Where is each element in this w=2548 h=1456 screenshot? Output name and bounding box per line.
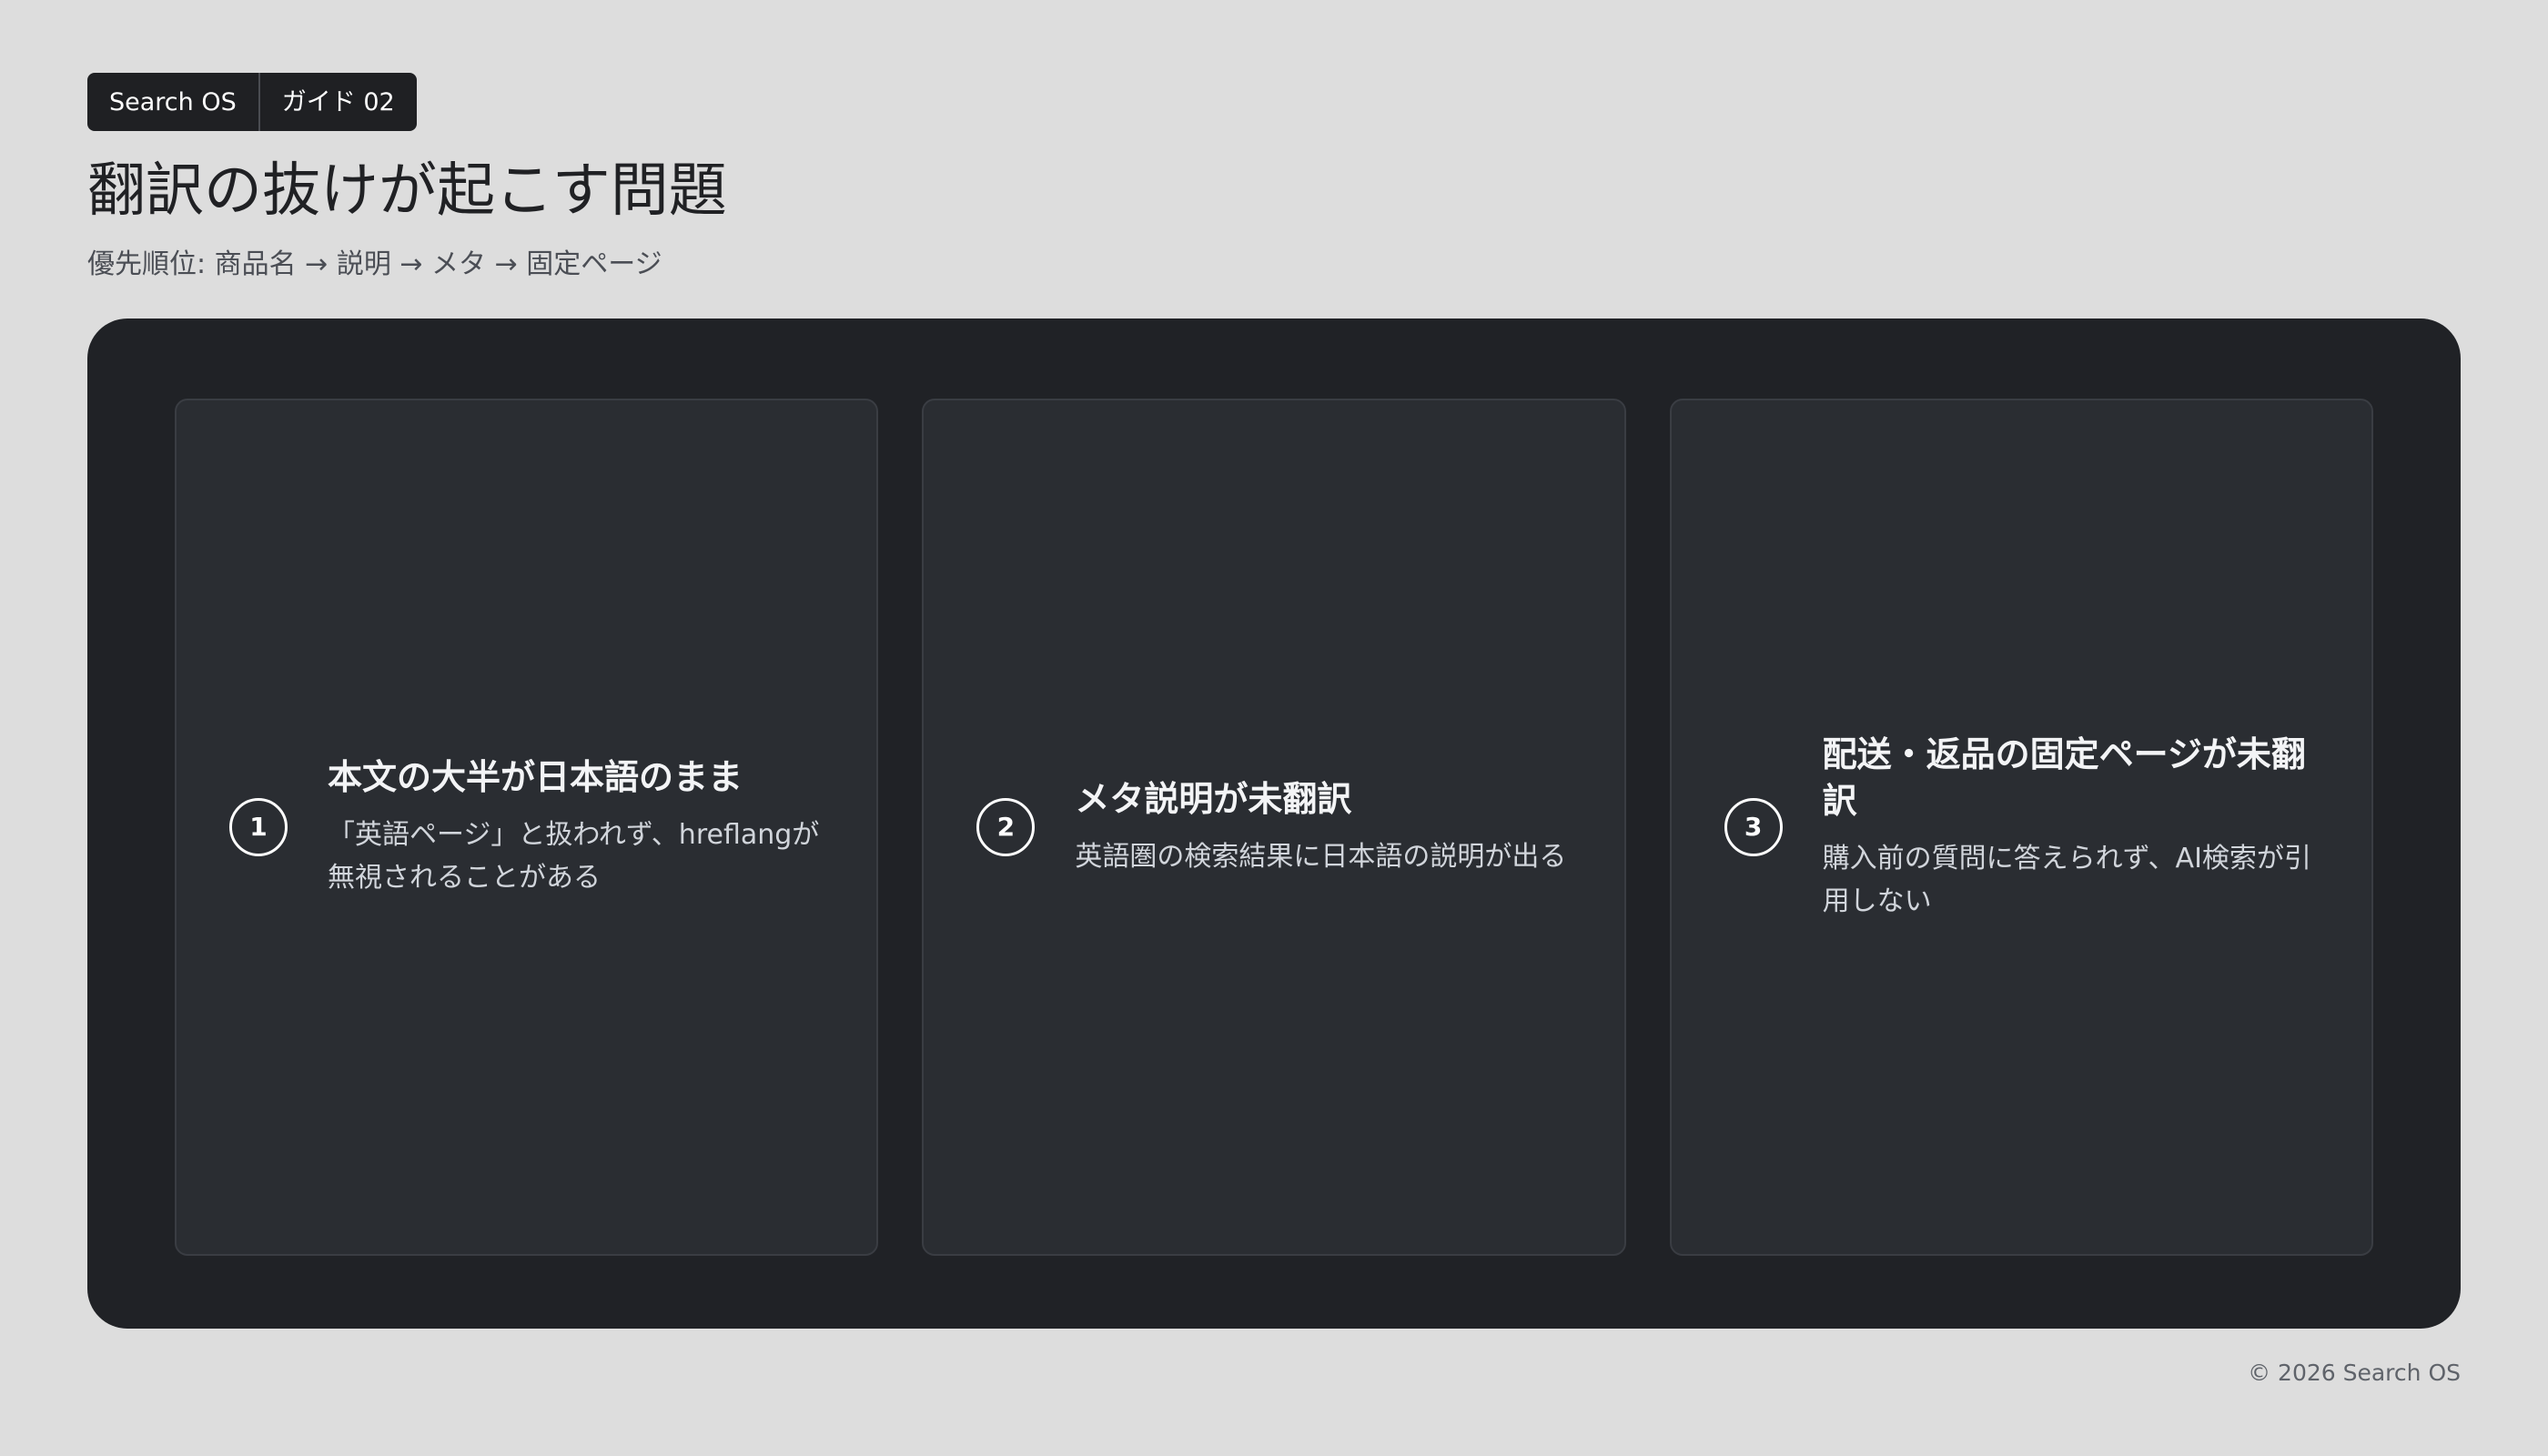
guide-page: Search OS ガイド 02 翻訳の抜けが起こす問題 優先順位: 商品名 →… xyxy=(87,73,2461,1386)
brand-pill: Search OS ガイド 02 xyxy=(87,73,417,131)
issue-card-1: 1 本文の大半が日本語のまま 「英語ページ」と扱われず、hreflangが無視さ… xyxy=(175,399,879,1256)
issue-description: 「英語ページ」と扱われず、hreflangが無視されることがある xyxy=(328,819,820,895)
brand-name: Search OS xyxy=(109,87,237,116)
issue-card-content: 1 本文の大半が日本語のまま 「英語ページ」と扱われず、hreflangが無視さ… xyxy=(229,754,824,900)
issue-number-badge: 1 xyxy=(229,798,288,856)
page-title: 翻訳の抜けが起こす問題 xyxy=(87,157,727,225)
issue-number-badge: 2 xyxy=(976,797,1036,856)
copyright-footer: © 2026 Search OS xyxy=(2248,1360,2461,1386)
issue-copy: 本文の大半が日本語のまま 「英語ページ」と扱われず、hreflangが無視される… xyxy=(328,754,824,900)
issue-copy: メタ説明が未翻訳 英語圏の検索結果に日本語の説明が出る xyxy=(1075,776,1571,878)
issues-panel: 1 本文の大半が日本語のまま 「英語ページ」と扱われず、hreflangが無視さ… xyxy=(87,318,2461,1329)
issue-title: 本文の大半が日本語のまま xyxy=(328,757,743,798)
page-subtitle: 優先順位: 商品名 → 説明 → メタ → 固定ページ xyxy=(87,248,662,280)
issue-card-2: 2 メタ説明が未翻訳 英語圏の検索結果に日本語の説明が出る xyxy=(922,399,1626,1256)
issue-title: メタ説明が未翻訳 xyxy=(1075,778,1352,819)
issue-number-badge: 3 xyxy=(1724,798,1783,856)
issue-cards: 1 本文の大半が日本語のまま 「英語ページ」と扱われず、hreflangが無視さ… xyxy=(175,399,2373,1256)
issue-card-content: 3 配送・返品の固定ページが未翻訳 購入前の質問に答えられず、AI検索が引用しな… xyxy=(1724,732,2319,924)
issue-card-3: 3 配送・返品の固定ページが未翻訳 購入前の質問に答えられず、AI検索が引用しな… xyxy=(1669,399,2373,1256)
issue-title: 配送・返品の固定ページが未翻訳 xyxy=(1822,733,2306,821)
issue-card-content: 2 メタ説明が未翻訳 英語圏の検索結果に日本語の説明が出る xyxy=(976,776,1571,878)
issue-copy: 配送・返品の固定ページが未翻訳 購入前の質問に答えられず、AI検索が引用しない xyxy=(1823,732,2319,924)
issue-description: 英語圏の検索結果に日本語の説明が出る xyxy=(1075,840,1567,873)
issue-description: 購入前の質問に答えられず、AI検索が引用しない xyxy=(1822,842,2311,917)
guide-label: ガイド 02 xyxy=(258,73,417,131)
